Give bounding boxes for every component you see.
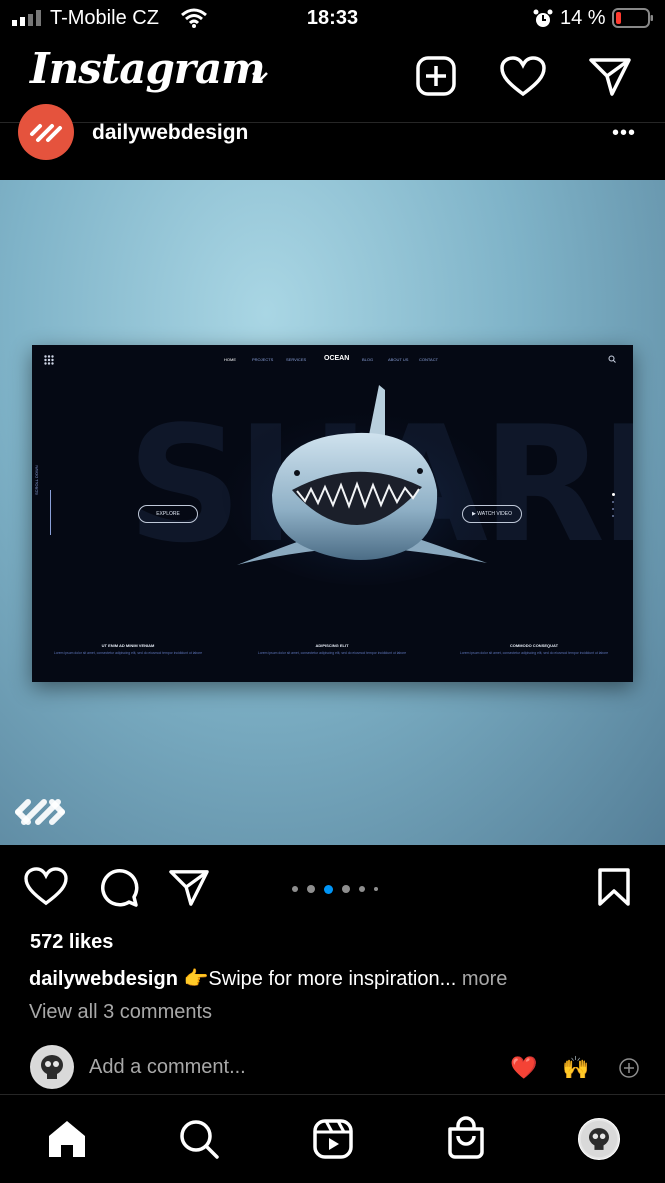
- shop-icon[interactable]: [445, 1116, 487, 1160]
- mockup-nav: HOME PROJECTS SERVICES OCEAN BLOG ABOUT …: [32, 345, 633, 375]
- post-caption: dailywebdesign 👉Swipe for more inspirati…: [29, 966, 649, 991]
- feature-title-3: COMMODO CONSEQUAT: [509, 643, 559, 648]
- scroll-line: [50, 490, 51, 535]
- raised-hands-reaction-emoji[interactable]: 🙌: [562, 1055, 589, 1081]
- more-options-icon[interactable]: •••: [612, 122, 636, 145]
- reels-icon[interactable]: [312, 1118, 354, 1160]
- battery-icon: [612, 8, 653, 28]
- mock-search-icon: [608, 355, 616, 363]
- view-all-comments-link[interactable]: View all 3 comments: [29, 1001, 212, 1024]
- caption-text: Swipe for more inspiration...: [208, 968, 457, 990]
- mock-nav-projects: PROJECTS: [252, 357, 274, 362]
- direct-message-icon[interactable]: [588, 56, 632, 98]
- mock-slider-dots: [612, 493, 615, 517]
- mock-explore-button: EXPLORE: [138, 505, 198, 523]
- heart-reaction-emoji[interactable]: ❤️: [510, 1055, 537, 1081]
- website-mockup: HOME PROJECTS SERVICES OCEAN BLOG ABOUT …: [32, 345, 633, 682]
- profile-avatar[interactable]: [578, 1118, 620, 1160]
- search-icon[interactable]: [178, 1118, 220, 1160]
- new-post-icon[interactable]: [415, 55, 457, 97]
- add-comment-input[interactable]: Add a comment...: [89, 1056, 246, 1079]
- caption-username[interactable]: dailywebdesign: [29, 968, 178, 990]
- share-icon[interactable]: [168, 868, 210, 908]
- mock-nav-home: HOME: [224, 357, 236, 362]
- feature-text-1: Lorem ipsum dolor sit amet, consectetur …: [53, 651, 203, 655]
- app-header: Instagram: [0, 40, 665, 124]
- carousel-dot: [307, 885, 315, 893]
- skull-avatar-icon: [32, 1047, 72, 1087]
- grid-menu-icon: [44, 355, 54, 365]
- carousel-dot-active: [324, 884, 333, 894]
- feature-title-1: UT ENIM AD MINIM VENIAM: [101, 643, 155, 648]
- feature-text-2: Lorem ipsum dolor sit amet, consectetur …: [257, 651, 407, 655]
- mock-nav-services: SERVICES: [286, 357, 307, 362]
- home-icon[interactable]: [46, 1118, 88, 1160]
- mock-brand: OCEAN: [324, 355, 350, 362]
- mock-nav-about: ABOUT US: [388, 357, 409, 362]
- scroll-down-label: SCROLL DOWN: [34, 465, 39, 495]
- mock-watch-video-button: ▶ WATCH VIDEO: [462, 505, 522, 523]
- carousel-dot: [374, 887, 378, 891]
- caption-more-link[interactable]: more: [462, 968, 508, 990]
- chevron-down-icon[interactable]: [250, 70, 270, 84]
- carousel-dot: [359, 886, 365, 892]
- like-heart-icon[interactable]: [24, 867, 68, 907]
- skull-avatar-icon: [580, 1120, 618, 1158]
- comment-user-avatar: [30, 1045, 74, 1089]
- alarm-icon: [533, 9, 553, 27]
- save-bookmark-icon[interactable]: [596, 867, 632, 907]
- add-reaction-icon[interactable]: [618, 1057, 640, 1079]
- shark-illustration: [222, 385, 502, 585]
- watermark-logo-icon: [15, 799, 65, 825]
- carousel-dot: [342, 885, 350, 893]
- likes-count[interactable]: 572 likes: [30, 931, 113, 954]
- status-bar: T-Mobile CZ 18:33 14 %: [0, 0, 665, 38]
- feature-text-3: Lorem ipsum dolor sit amet, consectetur …: [459, 651, 609, 655]
- heart-icon[interactable]: [500, 56, 546, 98]
- pointing-emoji: 👉: [183, 968, 209, 990]
- carousel-dot: [292, 886, 298, 892]
- instagram-logo[interactable]: Instagram: [30, 44, 266, 93]
- feature-title-2: ADIPISCING ELIT: [315, 643, 349, 648]
- comment-icon[interactable]: [97, 866, 139, 908]
- battery-percent: 14 %: [560, 7, 606, 29]
- mock-nav-contact: CONTACT: [419, 357, 439, 362]
- post-avatar[interactable]: [18, 104, 74, 160]
- watch-video-label: WATCH VIDEO: [477, 511, 512, 517]
- mock-nav-blog: BLOG: [362, 357, 374, 362]
- post-username[interactable]: dailywebdesign: [92, 121, 248, 145]
- post-image[interactable]: HOME PROJECTS SERVICES OCEAN BLOG ABOUT …: [0, 180, 665, 845]
- dailywebdesign-logo-icon: [30, 124, 62, 142]
